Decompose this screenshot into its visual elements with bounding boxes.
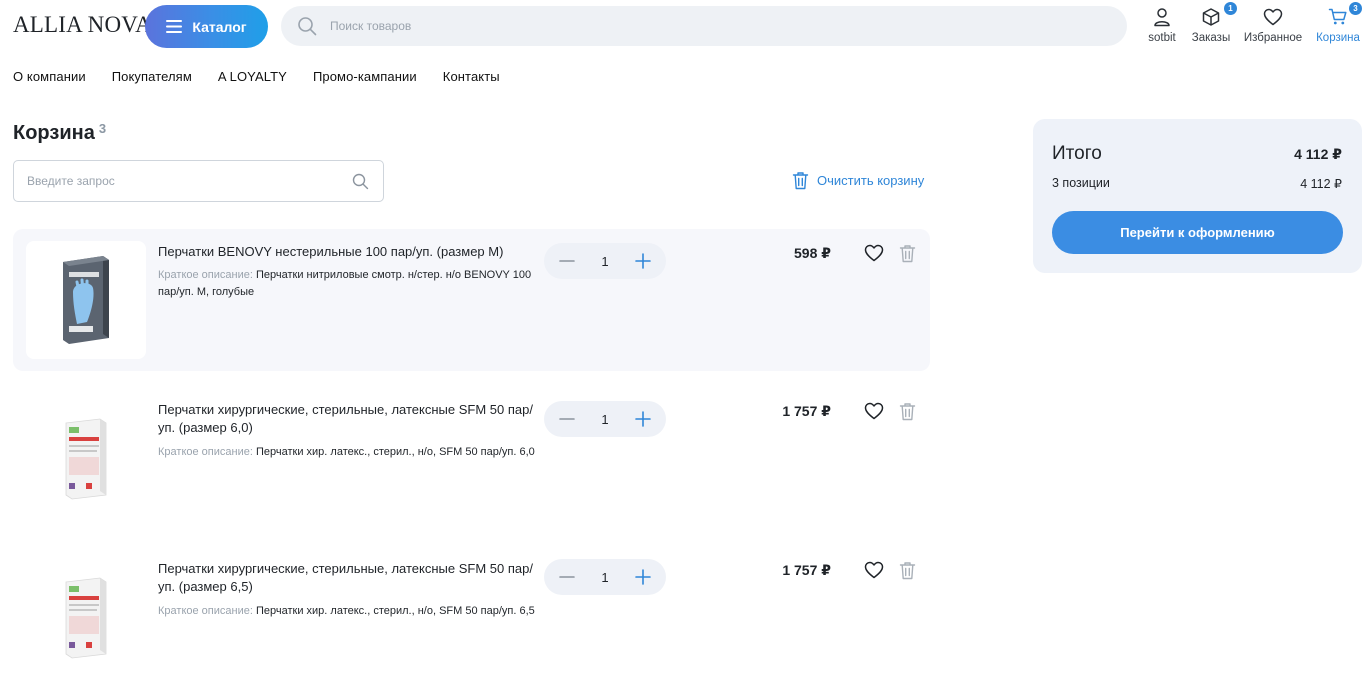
cart-link[interactable]: 3 Корзина [1303,2,1368,44]
description-text: Перчатки хир. латекс., стерил., н/о, SFM… [255,446,535,458]
minus-icon [559,260,575,262]
nav-buyers[interactable]: Покупателям [112,69,192,84]
trash-icon [899,402,915,420]
quantity-stepper: 1 [544,401,666,437]
product-price: 598 ₽ [794,245,831,261]
plus-icon [635,253,651,269]
search-icon[interactable] [352,173,369,190]
page-title: Корзина 3 [13,121,106,145]
checkout-button[interactable]: Перейти к оформлению [1052,211,1343,254]
cart-item: Перчатки BENOVY нестерильные 100 пар/уп.… [13,229,930,371]
quantity-value[interactable]: 1 [590,412,620,427]
add-to-favorites-button[interactable] [863,559,885,581]
clear-cart-label: Очистить корзину [817,173,925,188]
orders-link[interactable]: 1 Заказы [1176,2,1246,44]
decrease-button[interactable] [556,566,578,588]
add-to-favorites-button[interactable] [863,242,885,264]
box-icon [1202,8,1220,26]
product-price: 1 757 ₽ [782,562,831,578]
summary-positions-value: 4 112 ₽ [1300,177,1342,191]
orders-badge: 1 [1224,2,1237,15]
glove-box-image [63,256,109,344]
increase-button[interactable] [632,408,654,430]
description-text: Перчатки хир. латекс., стерил., н/о, SFM… [255,605,535,617]
summary-total: 4 112 ₽ [1294,146,1342,162]
site-logo[interactable]: ALLIA NOVA [13,12,152,38]
orders-label: Заказы [1191,32,1231,44]
heart-icon [864,561,884,579]
remove-item-button[interactable] [896,400,918,422]
trash-icon [899,561,915,579]
plus-icon [635,569,651,585]
remove-item-button[interactable] [896,559,918,581]
product-image[interactable] [26,558,146,676]
product-description: Краткое описание: Перчатки нитриловые см… [158,267,543,301]
nav-loyalty[interactable]: A LOYALTY [218,69,287,84]
heart-icon [864,402,884,420]
product-search [281,6,1127,46]
quantity-value[interactable]: 1 [590,570,620,585]
heart-icon [1263,8,1283,26]
catalog-label: Каталог [192,18,247,35]
product-name[interactable]: Перчатки хирургические, стерильные, лате… [158,560,533,596]
minus-icon [559,418,575,420]
trash-icon [792,172,809,190]
quantity-stepper: 1 [544,243,666,279]
decrease-button[interactable] [556,250,578,272]
cart-icon [1328,8,1347,25]
cart-label: Корзина [1316,32,1360,44]
cart-item: Перчатки хирургические, стерильные, лате… [13,546,930,678]
menu-icon [166,20,183,33]
site-header: ALLIA NOVA Каталог sotbit [0,0,1368,56]
basket-search-input[interactable] [27,161,347,201]
favorites-label: Избранное [1243,32,1303,44]
catalog-button[interactable]: Каталог [145,5,268,48]
product-description: Краткое описание: Перчатки хир. латекс.,… [158,444,543,461]
nav-about[interactable]: О компании [13,69,86,84]
order-summary: Итого 4 112 ₽ 3 позиции 4 112 ₽ Перейти … [1033,119,1362,273]
product-name[interactable]: Перчатки BENOVY нестерильные 100 пар/уп.… [158,243,533,261]
profile-label: sotbit [1148,32,1176,44]
summary-title: Итого [1052,143,1102,164]
description-label: Краткое описание: [158,446,253,458]
glove-box-image [65,577,107,659]
increase-button[interactable] [632,250,654,272]
product-image[interactable] [26,399,146,517]
basket-search [13,160,384,202]
trash-icon [899,244,915,262]
favorites-link[interactable]: Избранное [1238,6,1308,44]
clear-cart-button[interactable]: Очистить корзину [792,171,924,190]
product-price: 1 757 ₽ [782,403,831,419]
basket-count: 3 [98,121,107,136]
cart-badge: 3 [1349,2,1362,15]
product-description: Краткое описание: Перчатки хир. латекс.,… [158,603,543,620]
cart-item: Перчатки хирургические, стерильные, лате… [13,387,930,529]
add-to-favorites-button[interactable] [863,400,885,422]
quantity-stepper: 1 [544,559,666,595]
remove-item-button[interactable] [896,242,918,264]
glove-box-image [65,418,107,500]
main-nav: О компании Покупателям A LOYALTY Промо-к… [13,69,500,84]
plus-icon [635,411,651,427]
product-search-input[interactable] [330,6,1090,46]
decrease-button[interactable] [556,408,578,430]
quantity-value[interactable]: 1 [590,254,620,269]
page-title-text: Корзина [13,122,95,144]
description-label: Краткое описание: [158,269,253,281]
increase-button[interactable] [632,566,654,588]
nav-promo[interactable]: Промо-кампании [313,69,417,84]
minus-icon [559,576,575,578]
description-label: Краткое описание: [158,605,253,617]
user-icon [1154,8,1170,27]
product-name[interactable]: Перчатки хирургические, стерильные, лате… [158,401,533,437]
nav-contacts[interactable]: Контакты [443,69,500,84]
heart-icon [864,244,884,262]
product-image[interactable] [26,241,146,359]
summary-positions-label: 3 позиции [1052,176,1110,190]
search-icon[interactable] [297,16,317,36]
